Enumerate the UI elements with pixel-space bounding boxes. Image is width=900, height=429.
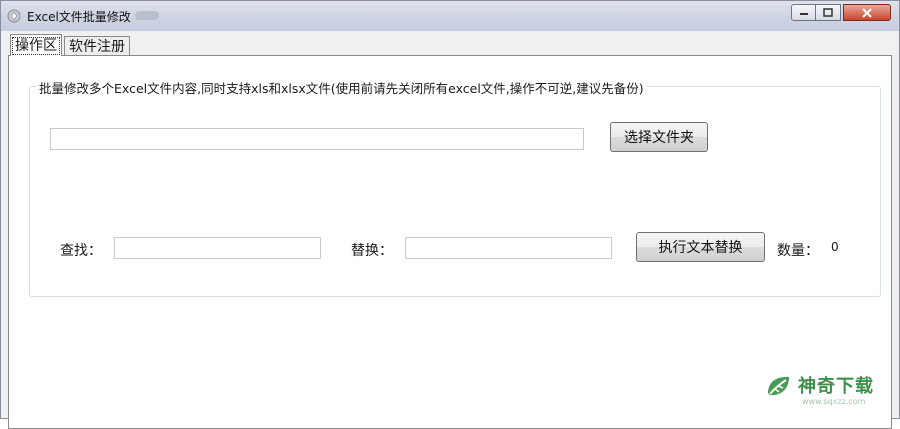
window-title: Excel文件批量修改 xyxy=(27,10,131,24)
tab-registration[interactable]: 软件注册 xyxy=(64,36,130,55)
group-box: 批量修改多个Excel文件内容,同时支持xls和xlsx文件(使用前请先关闭所有… xyxy=(29,78,881,297)
tab-operations-label: 操作区 xyxy=(12,36,60,55)
watermark-url: www.sqxzz.com xyxy=(802,397,866,406)
maximize-button[interactable] xyxy=(815,4,841,21)
tab-registration-label: 软件注册 xyxy=(69,39,125,55)
close-button[interactable] xyxy=(843,4,891,21)
app-window: Excel文件批量修改 操作区 软件注册 批量修改多个Excel文件内容,同时支… xyxy=(0,0,900,429)
tab-page: 批量修改多个Excel文件内容,同时支持xls和xlsx文件(使用前请先关闭所有… xyxy=(8,55,892,429)
watermark: 神奇下载 www.sqxzz.com xyxy=(764,370,894,410)
close-icon xyxy=(862,7,872,18)
maximize-icon xyxy=(823,8,833,17)
find-label: 查找： xyxy=(60,243,102,259)
find-input[interactable] xyxy=(114,237,321,259)
client-area: 操作区 软件注册 批量修改多个Excel文件内容,同时支持xls和xlsx文件(… xyxy=(2,31,898,429)
count-value: 0 xyxy=(831,240,839,254)
group-legend: 批量修改多个Excel文件内容,同时支持xls和xlsx文件(使用前请先关闭所有… xyxy=(36,78,647,97)
execute-replace-button[interactable]: 执行文本替换 xyxy=(636,232,765,262)
minimize-icon xyxy=(799,12,808,15)
watermark-text: 神奇下载 xyxy=(798,376,874,397)
folder-path-input[interactable] xyxy=(50,128,584,150)
title-blur xyxy=(135,11,159,20)
minimize-button[interactable] xyxy=(791,4,816,21)
leaf-logo-icon xyxy=(764,373,792,401)
title-bar[interactable]: Excel文件批量修改 xyxy=(1,1,899,31)
tab-operations[interactable]: 操作区 xyxy=(10,34,62,56)
select-folder-button[interactable]: 选择文件夹 xyxy=(610,122,708,152)
replace-label: 替换： xyxy=(351,243,393,259)
replace-input[interactable] xyxy=(405,237,612,259)
count-label: 数量： xyxy=(777,243,819,259)
app-icon xyxy=(7,9,21,23)
